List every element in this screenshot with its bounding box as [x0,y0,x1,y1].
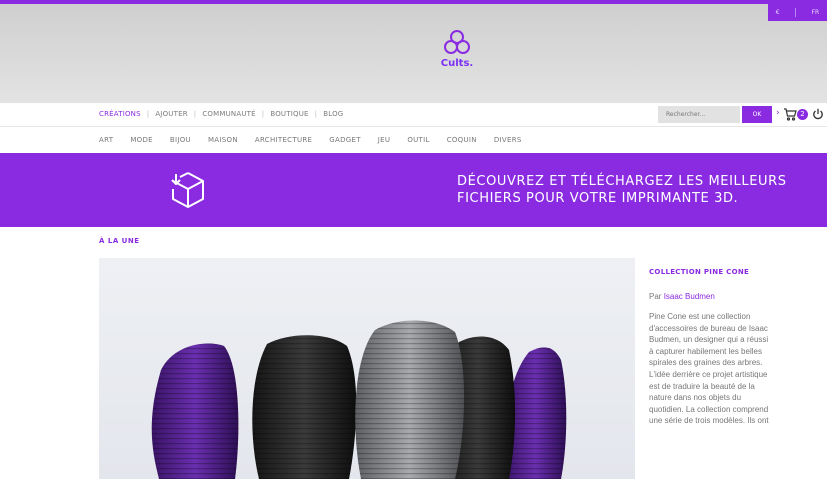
category-outil[interactable]: OUTIL [407,136,429,144]
author-link[interactable]: Isaac Budmen [664,292,715,301]
category-list: ART MODE BIJOU MAISON ARCHITECTURE GADGE… [99,136,539,144]
featured-image[interactable] [99,258,635,479]
chevron-right-icon[interactable]: › [776,109,780,118]
currency-link[interactable]: € [776,9,780,16]
category-divers[interactable]: DIVERS [494,136,522,144]
featured-details: COLLECTION PINE CONE Par Isaac Budmen Pi… [649,268,769,427]
author-line: Par Isaac Budmen [649,292,769,301]
brand-name: Cults. [440,58,474,69]
category-art[interactable]: ART [99,136,113,144]
main-nav: CRÉATIONS | AJOUTER | COMMUNAUTÉ | BOUTI… [0,103,827,127]
language-switcher[interactable]: € FR [768,4,827,21]
promo-banner: DÉCOUVREZ ET TÉLÉCHARGEZ LES MEILLEURS F… [0,153,827,227]
lang-divider [795,8,797,17]
cart-count-badge: 2 [797,109,808,120]
category-maison[interactable]: MAISON [208,136,238,144]
collection-description: Pine Cone est une collection d'accessoir… [649,312,769,426]
site-logo[interactable]: Cults. [437,29,477,89]
collection-title[interactable]: COLLECTION PINE CONE [649,268,769,276]
banner-tagline: DÉCOUVREZ ET TÉLÉCHARGEZ LES MEILLEURS F… [457,174,787,206]
search-button[interactable]: OK [742,106,772,123]
nav-item-boutique[interactable]: BOUTIQUE [270,110,308,118]
nav-item-ajouter[interactable]: AJOUTER [155,110,187,118]
category-mode[interactable]: MODE [130,136,153,144]
cults-logo-icon [444,30,470,54]
category-nav: ART MODE BIJOU MAISON ARCHITECTURE GADGE… [0,128,827,153]
section-title: À LA UNE [99,237,140,245]
category-bijou[interactable]: BIJOU [170,136,191,144]
download-box-icon [171,172,204,208]
nav-divider: | [146,110,150,118]
category-jeu[interactable]: JEU [378,136,391,144]
power-icon[interactable] [812,108,824,120]
nav-item-blog[interactable]: BLOG [323,110,343,118]
author-prefix: Par [649,292,662,301]
nav-divider: | [193,110,197,118]
search-input[interactable] [658,106,740,123]
nav-item-creations[interactable]: CRÉATIONS [99,110,141,118]
cart-icon[interactable] [783,108,797,121]
nav-divider: | [261,110,265,118]
category-coquin[interactable]: COQUIN [447,136,477,144]
site-header: € FR Cults. [0,4,827,103]
category-architecture[interactable]: ARCHITECTURE [255,136,312,144]
category-gadget[interactable]: GADGET [329,136,361,144]
main-menu: CRÉATIONS | AJOUTER | COMMUNAUTÉ | BOUTI… [99,110,343,118]
nav-divider: | [314,110,318,118]
language-link[interactable]: FR [812,9,820,16]
nav-item-communaute[interactable]: COMMUNAUTÉ [202,110,255,118]
